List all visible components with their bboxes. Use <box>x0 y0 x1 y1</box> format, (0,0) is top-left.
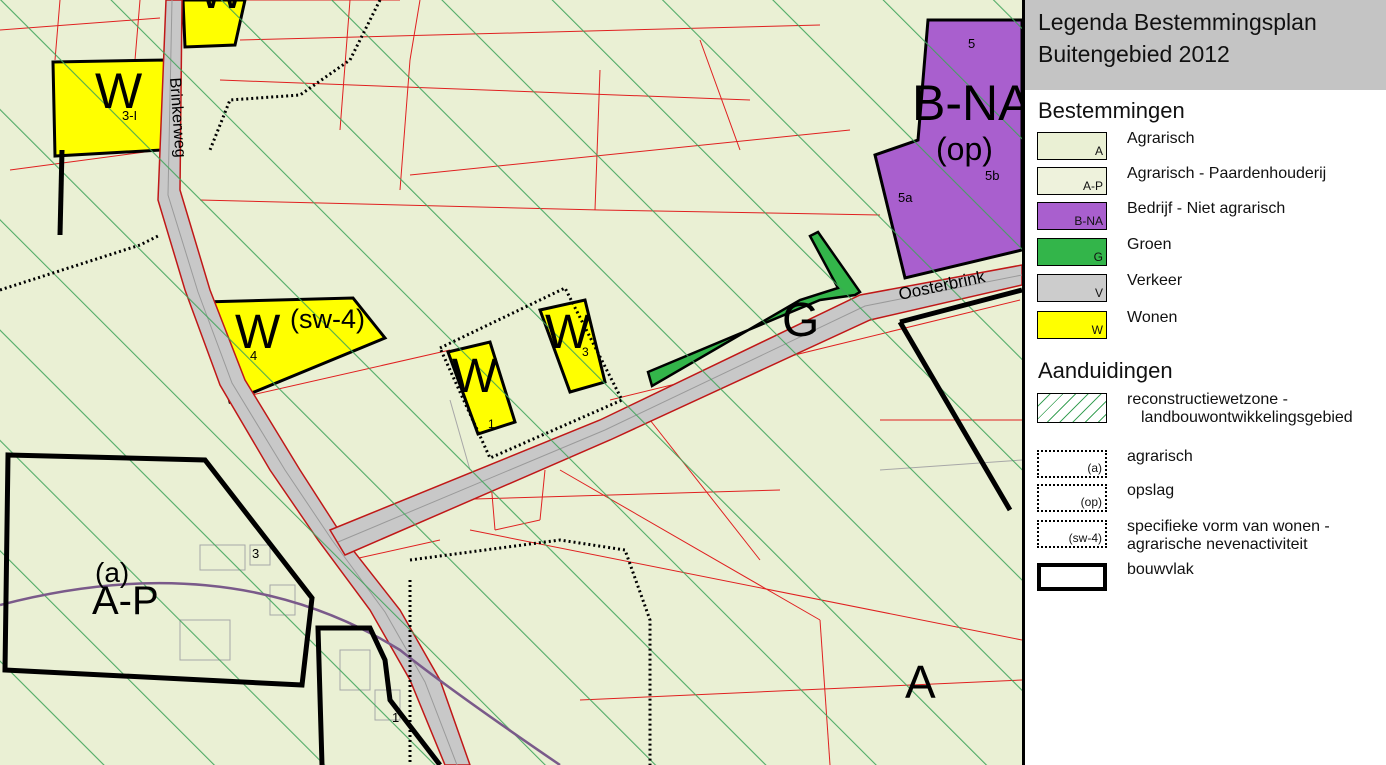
legend-item-v: V Verkeer <box>1037 272 1382 304</box>
legend-swatch: B-NA <box>1037 202 1107 230</box>
label-w-mid1-num: 1 <box>488 417 495 431</box>
label-bottom-num: 1 <box>392 710 399 725</box>
legend-swatch: G <box>1037 238 1107 266</box>
legend-section-aanduidingen: Aanduidingen <box>1038 358 1173 383</box>
legend-section-bestemmingen: Bestemmingen <box>1038 98 1185 123</box>
legend-swatch <box>1037 393 1107 423</box>
legend-code: (a) <box>1087 461 1102 475</box>
legend-aanduiding-2: (op) opslag <box>1037 482 1382 514</box>
label-bna: B-NA <box>912 75 1022 131</box>
label-ap: A-P <box>92 579 159 623</box>
legend-swatch: A <box>1037 132 1107 160</box>
legend-code: (sw-4) <box>1068 531 1102 545</box>
label-w-mid1: W <box>452 350 498 403</box>
legend-swatch: W <box>1037 311 1107 339</box>
legend-label: Groen <box>1127 236 1172 253</box>
label-ap-num: 3 <box>252 546 259 561</box>
legend-label-line1: bouwvlak <box>1127 561 1194 578</box>
label-bna-5b: 5b <box>985 168 999 183</box>
legend-item-a: A Agrarisch <box>1037 130 1382 162</box>
legend-label-line1: specifieke vorm van wonen - <box>1127 518 1330 535</box>
label-sw4: (sw-4) <box>290 304 365 334</box>
legend-label: bouwvlak <box>1127 561 1194 579</box>
legend-code: B-NA <box>1074 214 1103 228</box>
legend-item-b-na: B-NA Bedrijf - Niet agrarisch <box>1037 200 1382 232</box>
legend-code: G <box>1093 250 1103 264</box>
label-g: G <box>782 294 819 347</box>
legend-title-line2: Buitengebied 2012 <box>1038 41 1230 67</box>
legend-label-line2: landbouwontwikkelingsgebied <box>1141 409 1353 426</box>
label-a-big: A <box>905 656 936 708</box>
label-w-topleft-num: 3-I <box>122 108 137 123</box>
legend-code: V <box>1094 286 1103 300</box>
legend-code: A-P <box>1082 179 1103 193</box>
legend-label-line2: agrarische nevenactiviteit <box>1127 536 1308 553</box>
label-bna-5: 5 <box>968 36 975 51</box>
legend-aanduiding-0: reconstructiewetzone - landbouwontwikkeli… <box>1037 391 1382 426</box>
legend-aanduiding-3: (sw-4) specifieke vorm van wonen - agraris… <box>1037 518 1382 553</box>
label-w-sw4-num: 4 <box>250 348 257 363</box>
legend-label: specifieke vorm van wonen - agrarische ne… <box>1127 518 1330 554</box>
legend-swatch <box>1037 563 1107 591</box>
legend-swatch: A-P <box>1037 167 1107 195</box>
label-bna-5a: 5a <box>898 190 913 205</box>
legend-aanduiding-1: (a) agrarisch <box>1037 448 1382 480</box>
legend-label: Bedrijf - Niet agrarisch <box>1127 200 1286 217</box>
legend-label-line1: agrarisch <box>1127 448 1193 465</box>
legend-label: Wonen <box>1127 309 1178 326</box>
label-op: (op) <box>936 131 993 167</box>
label-w-mid2-num: 3 <box>582 345 589 359</box>
legend-label-line1: reconstructiewetzone - <box>1127 391 1288 408</box>
zoning-map[interactable]: Brinkerweg Oosterbrink W 3-I W W (sw-4) … <box>0 0 1022 765</box>
legend-title: Legenda Bestemmingsplan Buitengebied 201… <box>1025 0 1386 90</box>
legend-label: opslag <box>1127 482 1174 500</box>
legend-label: agrarisch <box>1127 448 1193 466</box>
legend-swatch: (sw-4) <box>1037 520 1107 548</box>
legend-swatch: (op) <box>1037 484 1107 512</box>
legend-code: W <box>1091 323 1103 337</box>
label-w-top: W <box>198 0 246 19</box>
legend-label: Agrarisch <box>1127 130 1195 147</box>
legend-panel: Legenda Bestemmingsplan Buitengebied 201… <box>1022 0 1386 765</box>
legend-item-g: G Groen <box>1037 236 1382 268</box>
reconstructiewet-hatch <box>0 0 1022 765</box>
legend-swatch: (a) <box>1037 450 1107 478</box>
legend-swatch: V <box>1037 274 1107 302</box>
label-w-sw4: W <box>235 306 281 359</box>
legend-item-a-p: A-P Agrarisch - Paardenhouderij <box>1037 165 1382 197</box>
legend-code: (op) <box>1080 495 1102 509</box>
legend-code: A <box>1094 144 1103 158</box>
legend-label-line1: opslag <box>1127 482 1175 499</box>
legend-label: reconstructiewetzone - landbouwontwikkeli… <box>1127 391 1353 427</box>
legend-title-line1: Legenda Bestemmingsplan <box>1038 9 1317 35</box>
legend-item-w: W Wonen <box>1037 309 1382 341</box>
legend-label: Verkeer <box>1127 272 1183 289</box>
legend-aanduiding-4: bouwvlak <box>1037 561 1382 593</box>
legend-label: Agrarisch - Paardenhouderij <box>1127 165 1327 182</box>
